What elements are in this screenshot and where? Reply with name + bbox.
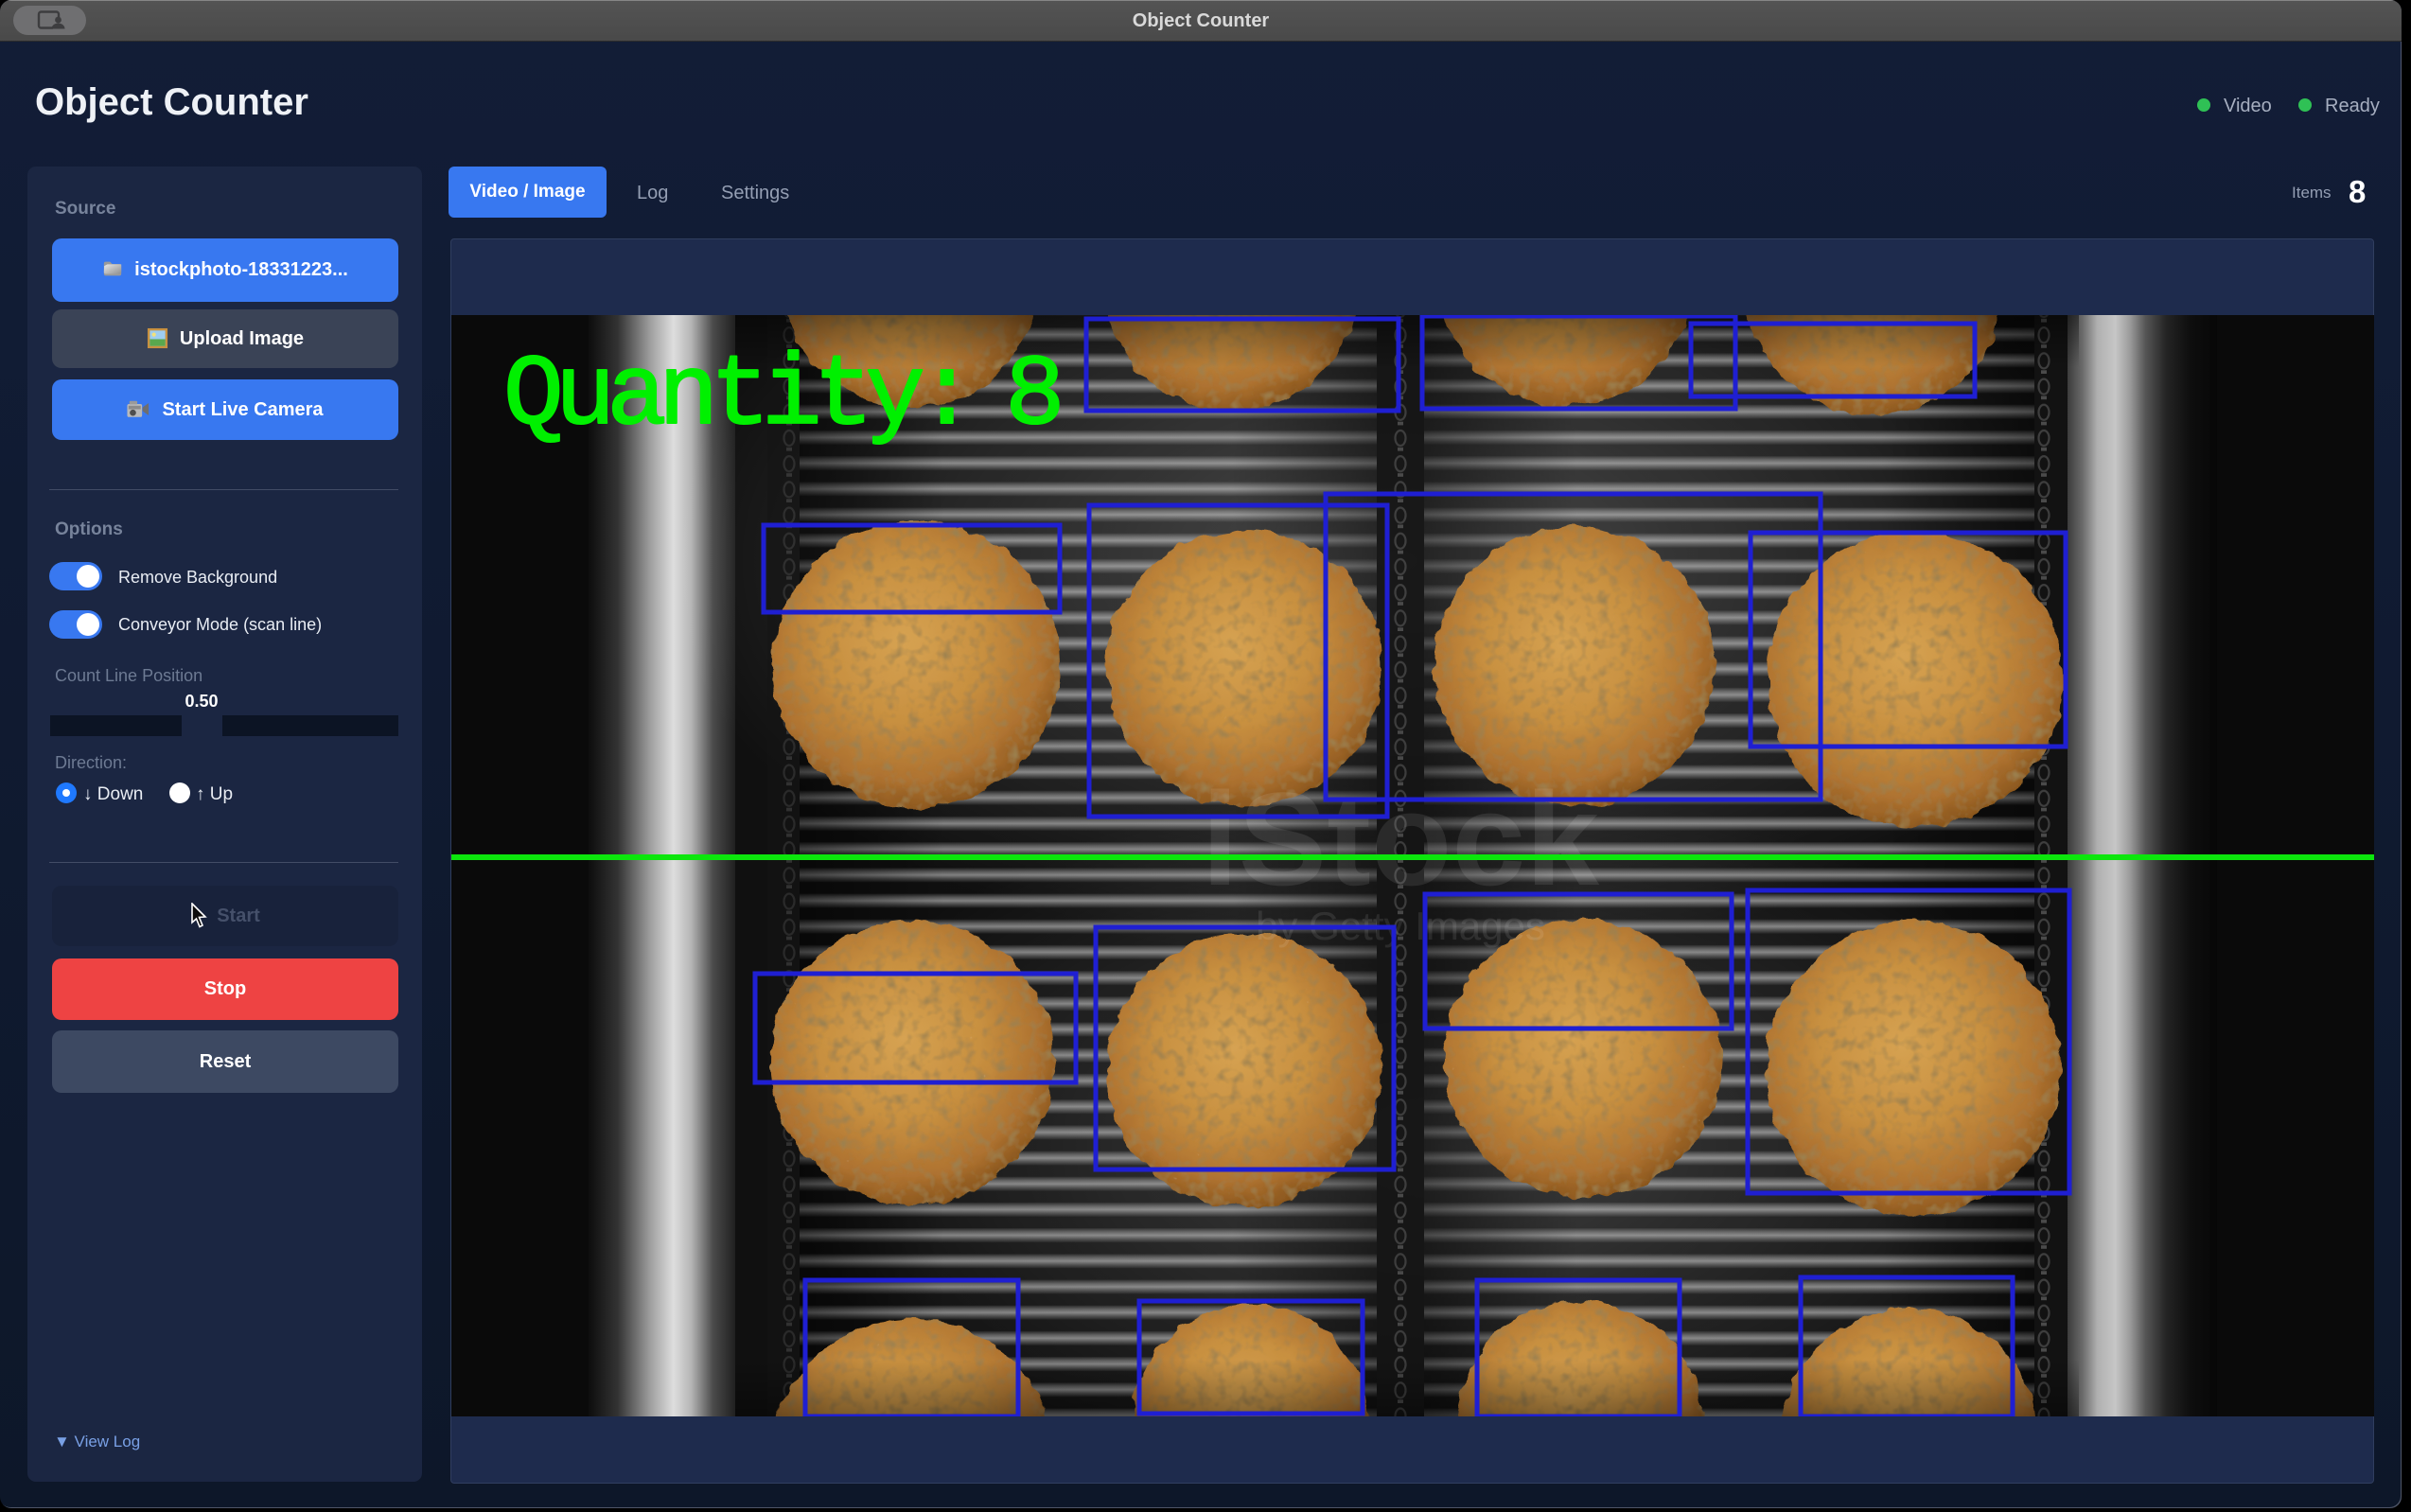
svg-text:iStock: iStock	[1202, 765, 1599, 913]
svg-text:8: 8	[1005, 340, 1065, 453]
svg-text:Quantity:: Quantity:	[503, 340, 969, 453]
